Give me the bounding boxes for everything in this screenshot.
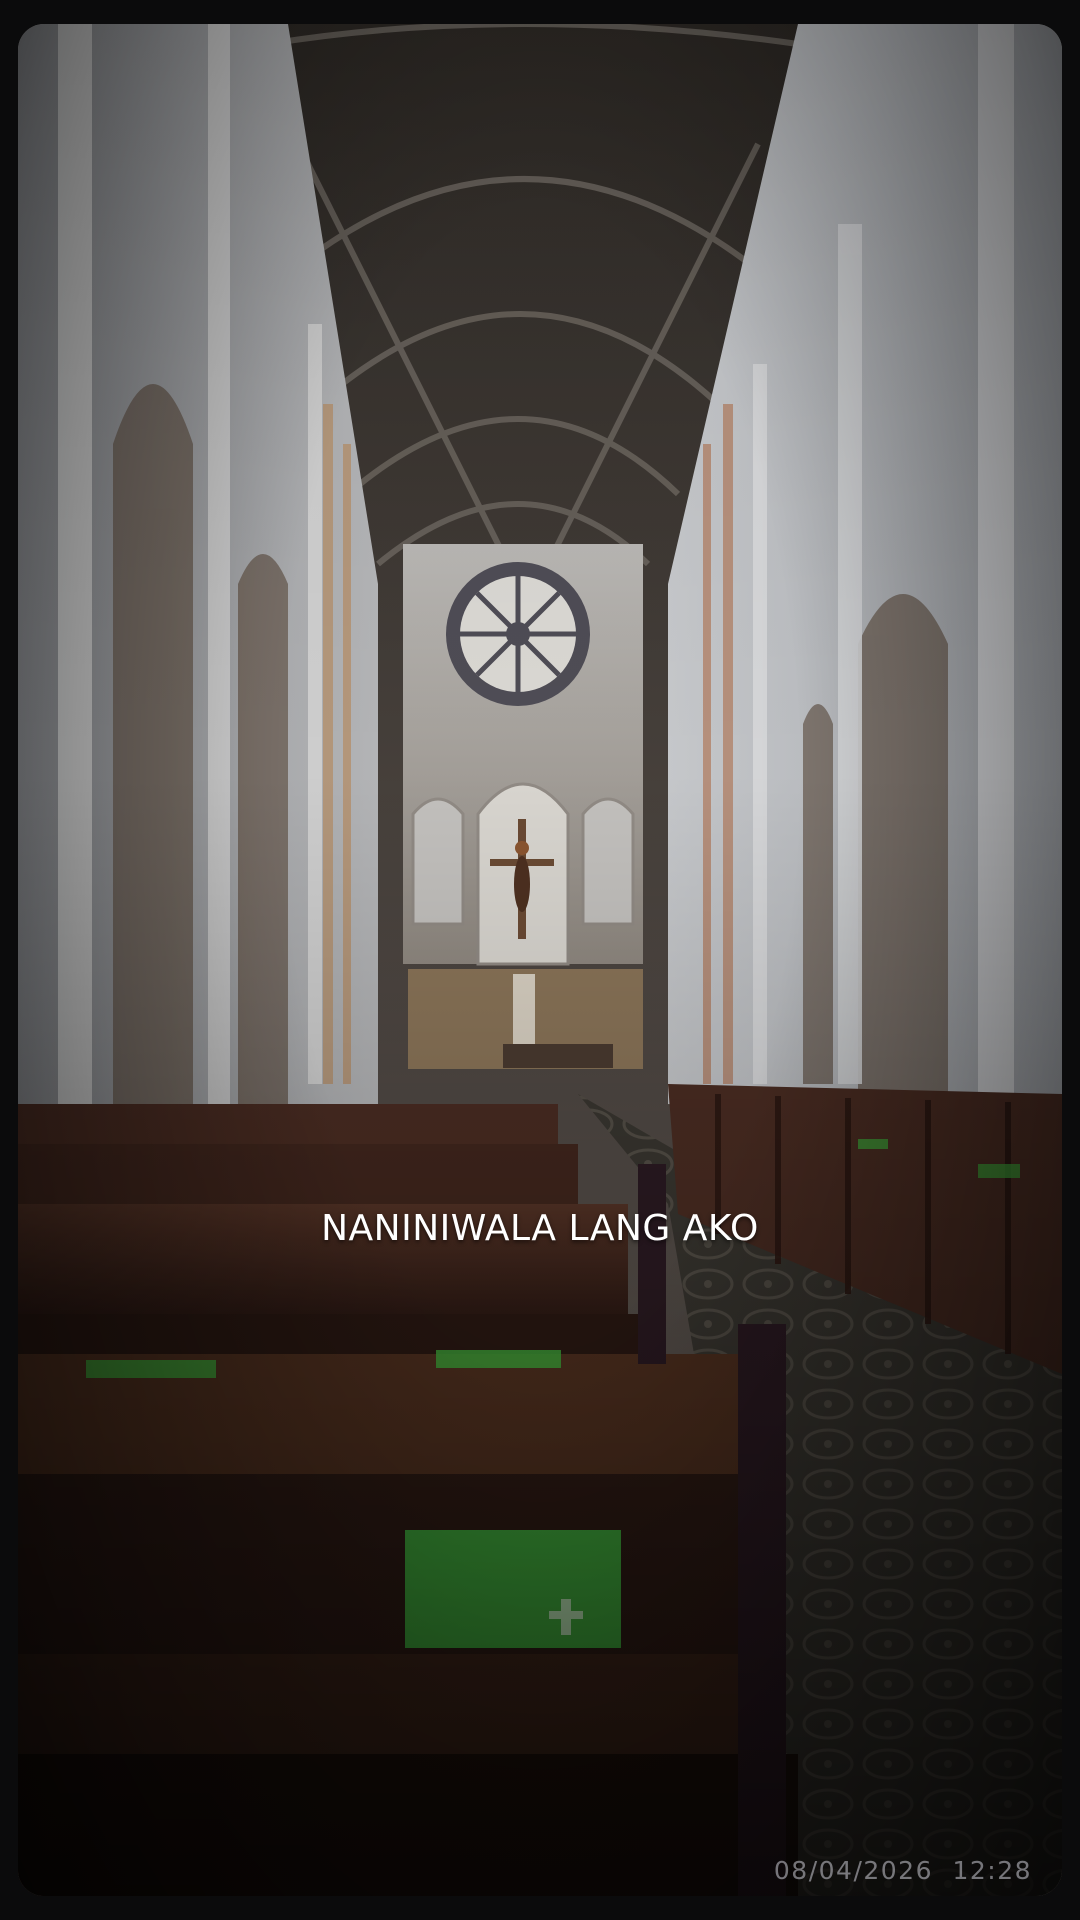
timestamp-date: 08/04/2026 [773,1856,933,1885]
video-caption: NANINIWALA LANG AKO [321,1208,759,1249]
timestamp-overlay: 08/04/2026 12:28 [774,1856,1032,1885]
timestamp-time: 12:28 [952,1856,1032,1885]
video-frame: NANINIWALA LANG AKO [18,24,1062,1896]
church-interior-image [18,24,1062,1896]
